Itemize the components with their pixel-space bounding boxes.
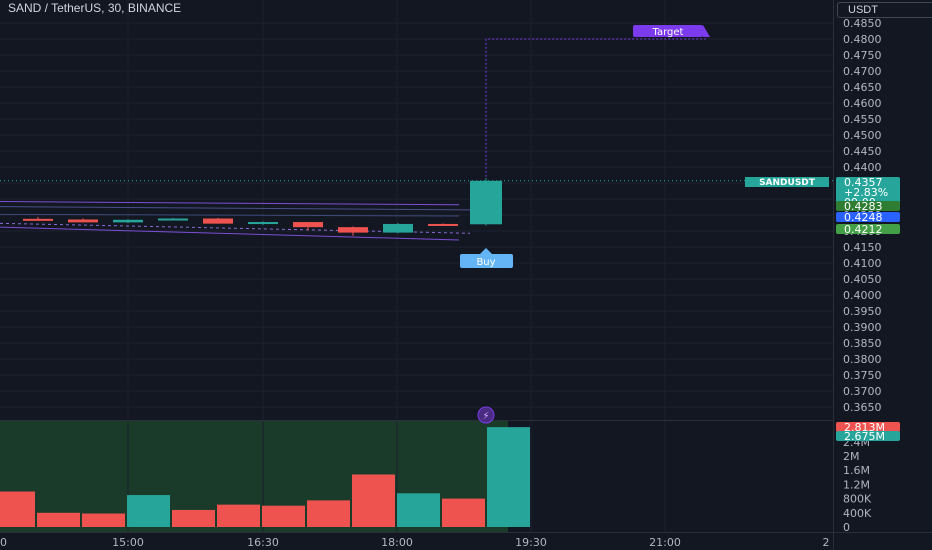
price-axis-tick: 0.3900 bbox=[843, 321, 882, 334]
price-axis-tick: 0.4700 bbox=[843, 65, 882, 78]
candle-body bbox=[338, 227, 368, 233]
price-axis-tick: 0.4800 bbox=[843, 33, 882, 46]
time-axis-tick: 16:30 bbox=[247, 536, 279, 549]
symbol-tag: SANDUSDT bbox=[759, 178, 816, 188]
candle-body bbox=[428, 223, 458, 226]
candle-body bbox=[203, 218, 233, 224]
volume-axis-tick: 800K bbox=[843, 493, 872, 506]
price-axis-tick: 0.4500 bbox=[843, 129, 882, 142]
volume-bar bbox=[487, 427, 530, 527]
price-axis-tick: 0.4000 bbox=[843, 289, 882, 302]
volume-bar bbox=[397, 493, 440, 527]
volume-bar bbox=[307, 500, 350, 527]
volume-bar bbox=[82, 513, 125, 527]
time-axis-tick: 15:00 bbox=[112, 536, 144, 549]
volume-axis-tick: 1.6M bbox=[843, 464, 870, 477]
time-axis-tick: 18:00 bbox=[381, 536, 413, 549]
price-axis-tick: 0.3850 bbox=[843, 337, 882, 350]
target-label: Target bbox=[652, 27, 684, 38]
price-axis-tick: 0.4650 bbox=[843, 81, 882, 94]
candle-body bbox=[113, 219, 143, 223]
volume-bar bbox=[37, 512, 80, 527]
volume-bar bbox=[172, 509, 215, 527]
chart-root: Target Buy ⚡ 0.4850 0.4800 0.4750 0.4700 0.4650… bbox=[0, 0, 932, 550]
volume-bar bbox=[442, 498, 485, 527]
time-axis-tick: 19:30 bbox=[515, 536, 547, 549]
lightning-icon-glyph: ⚡ bbox=[482, 411, 489, 422]
currency-label: USDT bbox=[848, 4, 878, 16]
price-axis-tick: 0.3950 bbox=[843, 305, 882, 318]
volume-bar bbox=[262, 505, 305, 527]
candle-body bbox=[383, 223, 413, 233]
candle-body bbox=[68, 219, 98, 223]
volume-bar bbox=[127, 495, 170, 527]
volume-axis-tick: 0 bbox=[843, 521, 850, 534]
time-axis-tick: 2 bbox=[823, 536, 830, 549]
candle-body bbox=[158, 218, 188, 221]
volume-axis-tick: 400K bbox=[843, 507, 872, 520]
price-axis-tick: 0.4150 bbox=[843, 241, 882, 254]
price-axis-tick: 0.3650 bbox=[843, 401, 882, 414]
price-axis-tick: 0.3800 bbox=[843, 353, 882, 366]
candle-body bbox=[293, 222, 323, 228]
currency-selector[interactable]: USDT bbox=[837, 2, 932, 18]
price-axis-tick: 0.3700 bbox=[843, 385, 882, 398]
volume-bar bbox=[217, 504, 260, 527]
price-axis-tick: 0.4850 bbox=[843, 17, 882, 30]
candle-body bbox=[23, 218, 53, 221]
volume-up-label: 2.675M bbox=[844, 430, 885, 443]
price-chart[interactable]: Target Buy ⚡ 0.4850 0.4800 0.4750 0.4700 0.4650… bbox=[0, 0, 932, 550]
price-axis-tick: 0.4600 bbox=[843, 97, 882, 110]
price-axis-tick: 0.4050 bbox=[843, 273, 882, 286]
time-axis-tick: 30 bbox=[0, 536, 7, 549]
price-axis-tick: 0.4100 bbox=[843, 257, 882, 270]
volume-bar bbox=[0, 491, 35, 527]
price-axis-tick: 0.4450 bbox=[843, 145, 882, 158]
symbol-title: SAND / TetherUS, 30, BINANCE bbox=[8, 1, 182, 15]
volume-axis-tick: 2M bbox=[843, 450, 860, 463]
price-axis-tick: 0.4750 bbox=[843, 49, 882, 62]
time-axis-tick: 21:00 bbox=[649, 536, 681, 549]
volume-bar bbox=[352, 474, 395, 527]
price-axis-tick: 0.3750 bbox=[843, 369, 882, 382]
price-axis-tick: 0.4400 bbox=[843, 161, 882, 174]
price-axis-tick: 0.4550 bbox=[843, 113, 882, 126]
volume-axis-tick: 1.2M bbox=[843, 478, 870, 491]
candle-body bbox=[470, 180, 502, 225]
buy-label: Buy bbox=[476, 257, 495, 268]
level-c-label: 0.4212 bbox=[844, 223, 883, 236]
candle-body bbox=[248, 222, 278, 225]
